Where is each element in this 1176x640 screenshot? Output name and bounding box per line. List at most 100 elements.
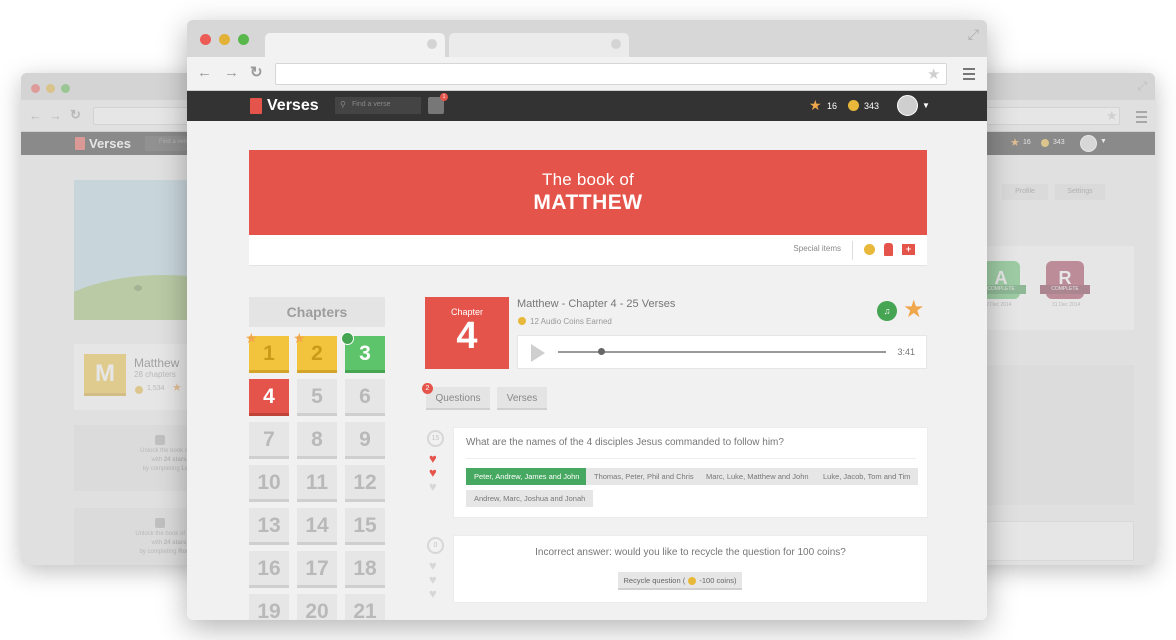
notification-badge: 1 bbox=[440, 93, 448, 101]
banner-line1: The book of bbox=[542, 170, 634, 189]
chapter-tile[interactable]: 8 bbox=[297, 422, 337, 459]
reload-icon[interactable]: ↻ bbox=[250, 63, 263, 81]
reload-icon[interactable]: ↻ bbox=[70, 107, 81, 123]
bookmark-star-icon[interactable]: ★ bbox=[927, 65, 940, 83]
inactive-browser-tab[interactable] bbox=[449, 33, 629, 57]
progress-handle[interactable] bbox=[597, 348, 605, 355]
heart-full-icon: ♥ bbox=[429, 451, 437, 466]
progress-track[interactable] bbox=[558, 348, 886, 355]
logo-text[interactable]: Verses bbox=[267, 97, 319, 115]
answer-option[interactable]: Andrew, Marc, Joshua and Jonah bbox=[466, 490, 594, 507]
menu-icon[interactable] bbox=[963, 68, 975, 83]
right-coins-count: 343 bbox=[1053, 139, 1065, 146]
maximize-dot[interactable] bbox=[61, 84, 70, 93]
left-logo-text[interactable]: Verses bbox=[89, 136, 131, 151]
chevron-down-icon[interactable]: ▼ bbox=[1100, 138, 1107, 145]
maximize-dot[interactable] bbox=[238, 34, 249, 45]
book-letter: M bbox=[95, 360, 115, 387]
verses-tab[interactable]: Verses bbox=[497, 387, 547, 410]
book-logo-icon bbox=[250, 98, 262, 114]
right-browser-window: ⤢ ★ ★ 16 343 ▼ Profile Settings A COMPLE… bbox=[960, 73, 1155, 565]
settings-tab[interactable]: Settings bbox=[1055, 184, 1105, 200]
chapter-tile[interactable]: 14 bbox=[297, 508, 337, 545]
forward-icon[interactable]: → bbox=[224, 64, 239, 81]
chapter-tile[interactable]: 18 bbox=[345, 551, 385, 588]
avatar[interactable] bbox=[1080, 135, 1097, 152]
chapter-tile[interactable]: 6 bbox=[345, 379, 385, 416]
chapter-tile[interactable]: 10 bbox=[249, 465, 289, 502]
forward-icon[interactable]: → bbox=[49, 108, 62, 123]
coins-count: 343 bbox=[864, 101, 880, 111]
lock1-line2: with bbox=[151, 457, 163, 463]
questions-tab[interactable]: Questions bbox=[426, 387, 490, 410]
back-icon[interactable]: ← bbox=[197, 64, 212, 81]
book-letter-tile: M bbox=[84, 354, 126, 396]
answer-option-correct[interactable]: Peter, Andrew, James and John bbox=[466, 468, 588, 485]
star-icon: ★ bbox=[1010, 137, 1020, 149]
main-appbar: Verses ⚲ Find a verse 1 ★ 16 343 ▼ bbox=[187, 91, 987, 121]
chapters-heading: Chapters bbox=[249, 297, 385, 327]
badge-r-ribbon: COMPLETE bbox=[1040, 285, 1090, 294]
chapter-tile[interactable]: 15 bbox=[345, 508, 385, 545]
chapter-tile[interactable]: 4 bbox=[249, 379, 289, 416]
main-page: The book of MATTHEW Special items + Chap… bbox=[187, 121, 987, 620]
lock1-stars: 24 stars bbox=[163, 457, 187, 463]
chapter-number-box: Chapter 4 bbox=[425, 297, 509, 369]
badge-r-date: 31 Dec 2014 bbox=[1052, 302, 1081, 308]
avatar[interactable] bbox=[897, 95, 918, 116]
heart-empty-icon: ♥ bbox=[429, 479, 437, 494]
answer-option[interactable]: Thomas, Peter, Phil and Chris bbox=[586, 468, 702, 485]
play-icon[interactable] bbox=[531, 344, 545, 362]
tab-close-icon[interactable] bbox=[611, 39, 621, 49]
coin-item-icon[interactable] bbox=[864, 244, 875, 255]
book-logo-icon bbox=[75, 137, 85, 150]
answer-option[interactable]: Luke, Jacob, Tom and Tim bbox=[815, 468, 919, 485]
minimize-dot[interactable] bbox=[46, 84, 55, 93]
chapter-tile[interactable]: 20 bbox=[297, 594, 337, 620]
menu-icon[interactable] bbox=[1136, 111, 1147, 126]
chapter-tile[interactable]: 11 bbox=[297, 465, 337, 502]
chapter-tile[interactable]: 13 bbox=[249, 508, 289, 545]
chapter-tile[interactable]: 9 bbox=[345, 422, 385, 459]
chapter-tile[interactable]: 5 bbox=[297, 379, 337, 416]
main-browser-window: ⤢ ← → ↻ ★ Verses ⚲ Find a verse 1 ★ 16 3… bbox=[187, 20, 987, 620]
potion-icon[interactable] bbox=[884, 243, 893, 256]
fullscreen-icon[interactable]: ⤢ bbox=[968, 26, 979, 43]
badge-a-date: 2 Dec 2014 bbox=[986, 302, 1012, 308]
chapter-tile[interactable]: 7 bbox=[249, 422, 289, 459]
main-navbar: ← → ↻ ★ bbox=[187, 57, 987, 91]
recycle-button-label: Recycle question ( bbox=[623, 576, 686, 585]
tab-close-icon[interactable] bbox=[427, 39, 437, 49]
main-url-bar[interactable] bbox=[275, 63, 947, 85]
chapter-tile[interactable]: 17 bbox=[297, 551, 337, 588]
recycle-button[interactable]: Recycle question ( -100 coins) bbox=[618, 572, 742, 590]
question-number: 15 bbox=[427, 430, 444, 447]
audio-badge-icon bbox=[341, 332, 354, 345]
profile-tab[interactable]: Profile bbox=[1002, 184, 1048, 200]
heart-empty-icon: ♥ bbox=[429, 586, 437, 601]
chapter-tile[interactable]: 21 bbox=[345, 594, 385, 620]
chapter-tile[interactable]: 12 bbox=[345, 465, 385, 502]
chapter-tile[interactable]: 16 bbox=[249, 551, 289, 588]
active-browser-tab[interactable] bbox=[265, 33, 445, 57]
notifications-button[interactable]: 1 bbox=[428, 93, 448, 114]
audio-badge-icon[interactable]: ♫ bbox=[877, 301, 897, 321]
star-icon: ★ bbox=[293, 330, 306, 346]
chapter-tile[interactable]: 19 bbox=[249, 594, 289, 620]
fullscreen-icon[interactable]: ⤢ bbox=[1137, 79, 1147, 94]
close-dot[interactable] bbox=[31, 84, 40, 93]
screenshot-stage: ← → ↻ Verses Find a verse M Matthew 28 c… bbox=[0, 0, 1176, 640]
bookmark-star-icon[interactable]: ★ bbox=[1106, 108, 1118, 124]
close-dot[interactable] bbox=[200, 34, 211, 45]
favorite-star-icon[interactable]: ★ bbox=[903, 295, 925, 324]
chevron-down-icon[interactable]: ▼ bbox=[922, 101, 930, 110]
search-input[interactable]: ⚲ Find a verse bbox=[335, 97, 421, 114]
right-stars-count: 16 bbox=[1023, 139, 1031, 146]
question-text: What are the names of the 4 disciples Je… bbox=[466, 437, 784, 448]
answer-option[interactable]: Marc, Luke, Matthew and John bbox=[698, 468, 817, 485]
back-icon[interactable]: ← bbox=[29, 108, 42, 123]
special-items-label: Special items bbox=[793, 244, 841, 253]
first-aid-icon[interactable]: + bbox=[902, 244, 915, 255]
minimize-dot[interactable] bbox=[219, 34, 230, 45]
right-page: Profile Settings A COMPLETE 2 Dec 2014 R… bbox=[960, 155, 1155, 565]
